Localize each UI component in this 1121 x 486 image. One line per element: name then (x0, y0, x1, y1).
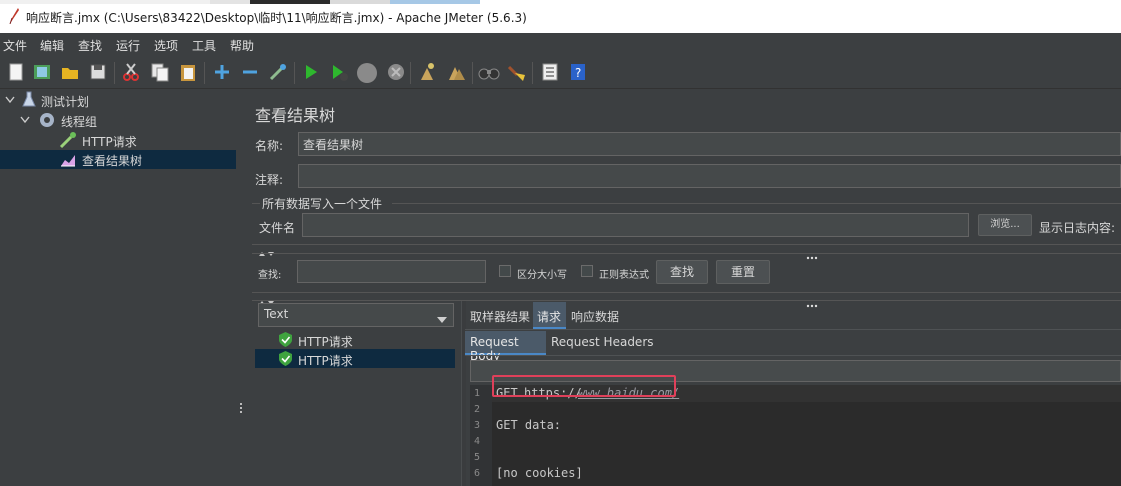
regex-checkbox[interactable] (581, 265, 593, 277)
results-tree-panel: 查看结果树 名称: 查看结果树 注释: 所有数据写入一个文件 文件名 浏览...… (246, 89, 1121, 486)
comment-field[interactable] (298, 164, 1121, 188)
menu-edit[interactable]: 编辑 (40, 37, 64, 54)
save-icon[interactable] (88, 62, 108, 82)
flask-icon (22, 91, 36, 110)
search-label: 查找: (258, 270, 282, 281)
window-titlebar: 响应断言.jmx (C:\Users\83422\Desktop\临时\11\响… (0, 0, 1121, 33)
window-title: 响应断言.jmx (C:\Users\83422\Desktop\临时\11\响… (26, 11, 527, 25)
reset-search-icon[interactable] (506, 62, 526, 82)
function-helper-icon[interactable] (540, 62, 560, 82)
expand-icon[interactable] (212, 62, 232, 82)
tree-item-thread-group[interactable]: 线程组 (0, 111, 236, 130)
toolbar: ? (0, 56, 1121, 89)
start-no-pause-icon[interactable] (329, 62, 349, 82)
subtab-request-body-active[interactable]: Request Body (465, 331, 546, 363)
test-plan-tree: 测试计划 线程组 HTTP请求 查看结果树 (0, 89, 236, 486)
code-line-3: GET data: (496, 418, 562, 432)
app-feather-icon (8, 8, 20, 28)
help-icon[interactable]: ? (568, 62, 588, 82)
tab-response-data[interactable]: 响应数据 (571, 308, 619, 325)
tab-sampler-result[interactable]: 取样器结果 (470, 308, 530, 325)
collapse-toggle-icon[interactable] (20, 113, 30, 127)
highlight-box (492, 375, 676, 397)
name-field[interactable]: 查看结果树 (298, 132, 1121, 156)
tree-item-label: 测试计划 (41, 95, 90, 109)
menu-file[interactable]: 文件 (3, 37, 27, 54)
toggle-icon[interactable] (268, 62, 288, 82)
regex-label: 正则表达式 (599, 270, 649, 281)
collapse-icon[interactable] (240, 62, 260, 82)
open-icon[interactable] (60, 62, 80, 82)
line-number: 6 (474, 468, 481, 479)
log-content-label: 显示日志内容: (1039, 221, 1116, 235)
result-label: HTTP请求 (298, 354, 353, 368)
renderer-select[interactable]: Text (258, 303, 454, 327)
browse-button[interactable]: 浏览... (978, 214, 1032, 236)
result-item-selected[interactable]: HTTP请求 (255, 349, 455, 368)
code-line-6: [no cookies] (496, 466, 583, 480)
cut-icon[interactable] (121, 62, 141, 82)
stop-icon[interactable] (356, 62, 377, 83)
tree-item-test-plan[interactable]: 测试计划 (0, 91, 236, 110)
tab-request-label: 请求 (537, 310, 562, 324)
case-sensitive-checkbox[interactable] (499, 265, 511, 277)
renderer-selected-value: Text (264, 307, 289, 321)
result-item[interactable]: HTTP请求 (255, 330, 455, 349)
new-icon[interactable] (6, 62, 26, 82)
menu-bar: 文件 编辑 查找 运行 选项 工具 帮助 (0, 33, 1121, 56)
line-number: 5 (474, 452, 481, 463)
tree-item-label: 查看结果树 (82, 154, 143, 168)
menu-options[interactable]: 选项 (154, 37, 178, 54)
search-button[interactable]: 查找 (656, 260, 708, 284)
chevron-down-icon (437, 312, 447, 326)
line-number: 1 (474, 388, 481, 399)
clear-icon[interactable] (417, 62, 437, 82)
svg-text:?: ? (575, 66, 581, 80)
subtab-request-body-label: Request Body (470, 335, 519, 363)
filename-label: 文件名 (259, 221, 296, 235)
split-handle-icon[interactable] (806, 245, 820, 264)
shutdown-icon[interactable] (386, 62, 406, 82)
result-label: HTTP请求 (298, 335, 353, 349)
success-shield-icon (279, 351, 292, 370)
page-title: 查看结果树 (255, 106, 336, 125)
tree-item-view-results-tree[interactable]: 查看结果树 (0, 150, 236, 169)
request-body-editor[interactable]: 1 GET https:// www.baidu.com/ 2 3 GET da… (470, 375, 1121, 486)
name-label: 名称: (255, 139, 284, 153)
comment-label: 注释: (255, 173, 284, 187)
search-icon[interactable] (478, 62, 500, 82)
filename-field[interactable] (302, 213, 969, 237)
tree-item-label: HTTP请求 (82, 135, 137, 149)
menu-search[interactable]: 查找 (78, 37, 102, 54)
menu-tools[interactable]: 工具 (192, 37, 216, 54)
reset-button[interactable]: 重置 (716, 260, 770, 284)
tree-item-label: 线程组 (61, 115, 98, 129)
clear-all-icon[interactable] (446, 62, 466, 82)
templates-icon[interactable] (32, 62, 52, 82)
pipette-icon (59, 131, 77, 152)
start-icon[interactable] (301, 62, 321, 82)
search-field[interactable] (297, 260, 486, 283)
menu-help[interactable]: 帮助 (230, 37, 254, 54)
tab-request-active[interactable]: 请求 (533, 302, 566, 329)
gear-icon (38, 111, 56, 132)
tree-item-http-request[interactable]: HTTP请求 (0, 131, 236, 150)
line-number: 4 (474, 436, 481, 447)
split-handle-icon[interactable] (806, 293, 820, 312)
paste-icon[interactable] (178, 62, 198, 82)
case-sensitive-label: 区分大小写 (517, 270, 567, 281)
tree-splitter[interactable] (236, 89, 246, 486)
subtab-request-headers[interactable]: Request Headers (551, 335, 654, 349)
copy-icon[interactable] (150, 62, 170, 82)
file-group-label: 所有数据写入一个文件 (262, 197, 383, 211)
chart-icon (59, 151, 77, 171)
menu-run[interactable]: 运行 (116, 37, 140, 54)
collapse-toggle-icon[interactable] (5, 93, 15, 107)
line-number: 3 (474, 420, 481, 431)
line-number: 2 (474, 404, 481, 415)
